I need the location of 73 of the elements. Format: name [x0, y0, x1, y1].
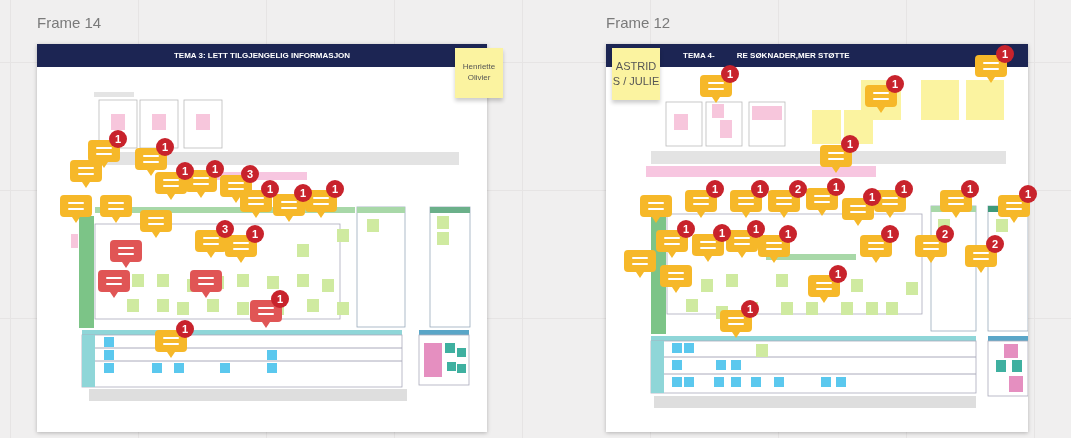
comment-count-badge: 1 [721, 65, 739, 83]
banner-title: TEMA 4- [683, 49, 715, 62]
comment-count-badge: 3 [216, 220, 234, 238]
sticky-note [157, 299, 169, 312]
sticky-note [851, 279, 863, 292]
sticky-note [267, 276, 279, 289]
sticky-note [337, 302, 349, 315]
sticky-note [337, 229, 349, 242]
sticky-note [220, 363, 230, 373]
template-card [705, 101, 743, 147]
comment-icon[interactable] [110, 240, 142, 268]
sticky-note [756, 344, 768, 357]
sticky-note [127, 299, 139, 312]
sticky-note [132, 274, 144, 287]
sticky-note [866, 302, 878, 315]
sticky-note [806, 302, 818, 315]
template-card [665, 101, 703, 147]
comment-count-badge: 1 [961, 180, 979, 198]
frame-label: Frame 14 [37, 13, 103, 33]
sticky-note [157, 274, 169, 287]
sticky-note: ASTRID S / JULIE [612, 48, 660, 100]
comment-count-badge: 1 [706, 180, 724, 198]
sticky-note [237, 274, 249, 287]
sticky-note [152, 363, 162, 373]
template-card [748, 101, 786, 147]
sticky-note [921, 80, 959, 120]
comment-count-badge: 1 [863, 188, 881, 206]
sticky-note [437, 232, 449, 245]
comment-count-badge: 1 [751, 180, 769, 198]
comment-icon[interactable] [98, 270, 130, 298]
comment-count-badge: 1 [261, 180, 279, 198]
sticky-note [774, 377, 784, 387]
sticky-note [812, 110, 841, 144]
comment-count-badge: 1 [895, 180, 913, 198]
sticky-note [701, 279, 713, 292]
sticky-note [996, 219, 1008, 232]
sticky-cluster [418, 330, 470, 386]
comment-count-badge: 1 [326, 180, 344, 198]
comment-count-badge: 2 [789, 180, 807, 198]
sticky-note [437, 216, 449, 229]
sticky-note [297, 244, 309, 257]
sticky-note [781, 302, 793, 315]
sticky-note [207, 299, 219, 312]
comment-icon[interactable] [190, 270, 222, 298]
sticky-note [174, 363, 184, 373]
sticky-note [966, 80, 1004, 120]
sticky-note [726, 274, 738, 287]
sticky-note [322, 279, 334, 292]
banner-title: RE SØKNADER,MER STØTTE [736, 49, 850, 62]
comment-count-badge: 1 [1019, 185, 1037, 203]
comment-count-badge: 1 [886, 75, 904, 93]
template-card [183, 99, 223, 149]
sticky-note: Henriette Olivier [455, 48, 503, 98]
label-bar [94, 92, 134, 97]
sticky-note [177, 302, 189, 315]
banner-title: TEMA 3: LETT TILGJENGELIG INFORMASJON [173, 49, 351, 62]
sticky-note [841, 302, 853, 315]
comment-count-badge: 1 [827, 178, 845, 196]
comment-count-badge: 1 [176, 320, 194, 338]
comment-count-badge: 3 [241, 165, 259, 183]
sticky-note [237, 302, 249, 315]
sticky-note [886, 302, 898, 315]
sticky-note [71, 234, 78, 248]
sticky-note [686, 299, 698, 312]
frame-label: Frame 12 [606, 13, 672, 33]
template-card [139, 99, 179, 149]
sticky-note [367, 219, 379, 232]
comment-count-badge: 1 [841, 135, 859, 153]
sticky-note [297, 274, 309, 287]
comment-count-badge: 1 [294, 184, 312, 202]
sticky-note [906, 282, 918, 295]
sticky-note [776, 274, 788, 287]
sticky-note [307, 299, 319, 312]
